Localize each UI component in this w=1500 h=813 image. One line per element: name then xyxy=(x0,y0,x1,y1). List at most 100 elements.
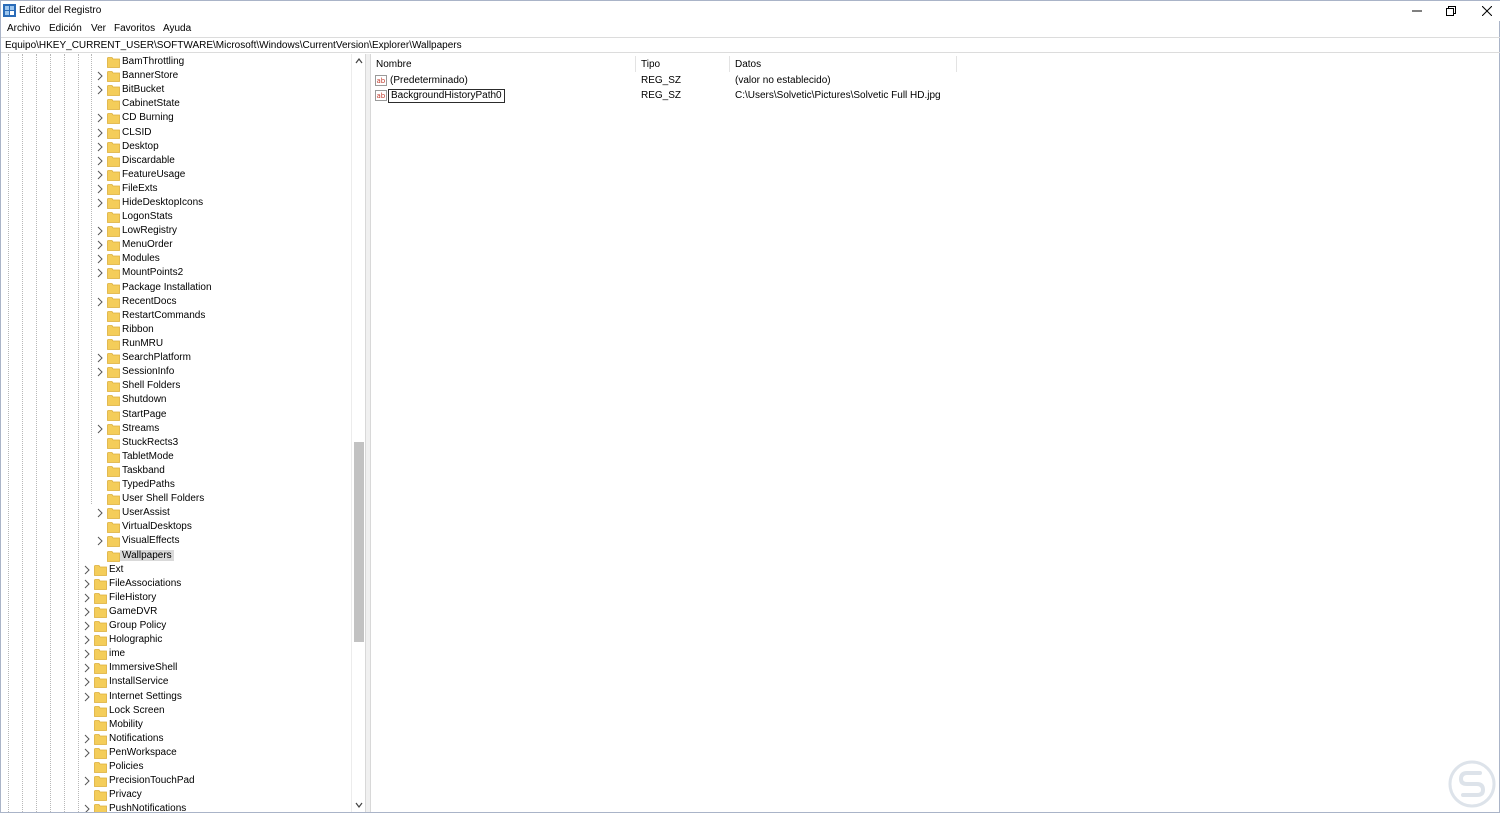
menu-ayuda[interactable]: Ayuda xyxy=(163,23,191,34)
expand-toggle[interactable] xyxy=(96,198,104,208)
close-button[interactable] xyxy=(1470,1,1500,21)
tree-item[interactable]: Group Policy xyxy=(1,619,351,633)
tree-item[interactable]: PushNotifications xyxy=(1,802,351,812)
column-header-type[interactable]: Tipo xyxy=(641,54,660,74)
tree-item[interactable]: BitBucket xyxy=(1,83,351,97)
tree-item[interactable]: Shutdown xyxy=(1,393,351,407)
column-header-data[interactable]: Datos xyxy=(735,54,761,74)
expand-toggle[interactable] xyxy=(83,565,91,575)
tree-item[interactable]: PenWorkspace xyxy=(1,746,351,760)
expand-toggle[interactable] xyxy=(83,692,91,702)
expand-toggle[interactable] xyxy=(96,128,104,138)
column-separator[interactable] xyxy=(956,56,957,72)
tree-item[interactable]: MenuOrder xyxy=(1,238,351,252)
tree-item[interactable]: Shell Folders xyxy=(1,379,351,393)
expand-toggle[interactable] xyxy=(96,113,104,123)
expand-toggle[interactable] xyxy=(96,536,104,546)
column-separator[interactable] xyxy=(729,56,730,72)
expand-toggle[interactable] xyxy=(96,85,104,95)
expand-toggle[interactable] xyxy=(96,184,104,194)
tree-item[interactable]: ime xyxy=(1,647,351,661)
tree-item[interactable]: FileHistory xyxy=(1,591,351,605)
tree-item[interactable]: Package Installation xyxy=(1,281,351,295)
column-header-name[interactable]: Nombre xyxy=(376,54,412,74)
expand-toggle[interactable] xyxy=(83,776,91,786)
expand-toggle[interactable] xyxy=(83,677,91,687)
menu-ver[interactable]: Ver xyxy=(91,23,106,34)
tree-item[interactable]: Privacy xyxy=(1,788,351,802)
expand-toggle[interactable] xyxy=(96,424,104,434)
tree-item[interactable]: StartPage xyxy=(1,408,351,422)
tree-item[interactable]: ImmersiveShell xyxy=(1,661,351,675)
tree-item[interactable]: Taskband xyxy=(1,464,351,478)
tree-item[interactable]: TypedPaths xyxy=(1,478,351,492)
expand-toggle[interactable] xyxy=(96,367,104,377)
tree-item[interactable]: MountPoints2 xyxy=(1,266,351,280)
scroll-down-button[interactable] xyxy=(352,798,366,812)
minimize-button[interactable] xyxy=(1400,1,1434,21)
tree-item[interactable]: GameDVR xyxy=(1,605,351,619)
tree-item[interactable]: Notifications xyxy=(1,732,351,746)
tree-item[interactable]: Lock Screen xyxy=(1,704,351,718)
tree-item[interactable]: FileExts xyxy=(1,182,351,196)
column-separator[interactable] xyxy=(635,56,636,72)
address-bar[interactable]: Equipo\HKEY_CURRENT_USER\SOFTWARE\Micros… xyxy=(1,37,1500,53)
expand-toggle[interactable] xyxy=(83,593,91,603)
menu-edicion[interactable]: Edición xyxy=(49,23,82,34)
key-tree-pane[interactable]: BamThrottling BannerStore BitBucket Cabinet… xyxy=(1,54,365,812)
restore-button[interactable] xyxy=(1434,1,1468,21)
tree-item[interactable]: TabletMode xyxy=(1,450,351,464)
tree-item[interactable]: CLSID xyxy=(1,126,351,140)
tree-item[interactable]: Mobility xyxy=(1,718,351,732)
address-path[interactable]: Equipo\HKEY_CURRENT_USER\SOFTWARE\Micros… xyxy=(5,40,462,51)
menu-archivo[interactable]: Archivo xyxy=(7,23,40,34)
tree-scrollbar[interactable] xyxy=(351,54,365,812)
tree-item[interactable]: User Shell Folders xyxy=(1,492,351,506)
tree-item[interactable]: InstallService xyxy=(1,675,351,689)
expand-toggle[interactable] xyxy=(96,508,104,518)
expand-toggle[interactable] xyxy=(83,804,91,812)
expand-toggle[interactable] xyxy=(83,663,91,673)
menu-favoritos[interactable]: Favoritos xyxy=(114,23,155,34)
tree-item[interactable]: StuckRects3 xyxy=(1,436,351,450)
tree-item[interactable]: SessionInfo xyxy=(1,365,351,379)
tree-item[interactable]: Wallpapers xyxy=(1,549,351,563)
tree-item[interactable]: VirtualDesktops xyxy=(1,520,351,534)
tree-item[interactable]: UserAssist xyxy=(1,506,351,520)
tree-item[interactable]: Internet Settings xyxy=(1,690,351,704)
expand-toggle[interactable] xyxy=(96,170,104,180)
tree-item[interactable]: VisualEffects xyxy=(1,534,351,548)
tree-item[interactable]: RecentDocs xyxy=(1,295,351,309)
value-row[interactable]: ab (Predeterminado) REG_SZ (valor no est… xyxy=(371,74,1499,88)
tree-item[interactable]: Policies xyxy=(1,760,351,774)
expand-toggle[interactable] xyxy=(96,226,104,236)
expand-toggle[interactable] xyxy=(96,142,104,152)
tree-item[interactable]: Ribbon xyxy=(1,323,351,337)
expand-toggle[interactable] xyxy=(96,240,104,250)
expand-toggle[interactable] xyxy=(83,621,91,631)
tree-item[interactable]: BannerStore xyxy=(1,69,351,83)
scroll-thumb[interactable] xyxy=(354,442,364,642)
tree-item[interactable]: PrecisionTouchPad xyxy=(1,774,351,788)
scroll-up-button[interactable] xyxy=(352,54,366,68)
expand-toggle[interactable] xyxy=(83,607,91,617)
tree-item[interactable]: FeatureUsage xyxy=(1,168,351,182)
tree-item[interactable]: Modules xyxy=(1,252,351,266)
expand-toggle[interactable] xyxy=(96,71,104,81)
tree-item[interactable]: Discardable xyxy=(1,154,351,168)
expand-toggle[interactable] xyxy=(96,297,104,307)
tree-item[interactable]: CabinetState xyxy=(1,97,351,111)
expand-toggle[interactable] xyxy=(83,579,91,589)
tree-item[interactable]: RunMRU xyxy=(1,337,351,351)
values-pane[interactable]: Nombre Tipo Datos ab (Predeterminado) RE… xyxy=(371,54,1499,812)
expand-toggle[interactable] xyxy=(83,748,91,758)
tree-item[interactable]: FileAssociations xyxy=(1,577,351,591)
expand-toggle[interactable] xyxy=(96,353,104,363)
value-row[interactable]: ab BackgroundHistoryPath0 REG_SZ C:\User… xyxy=(371,89,1499,103)
tree-item[interactable]: Ext xyxy=(1,563,351,577)
tree-item[interactable]: LogonStats xyxy=(1,210,351,224)
expand-toggle[interactable] xyxy=(96,268,104,278)
tree-item[interactable]: BamThrottling xyxy=(1,55,351,69)
tree-item[interactable]: RestartCommands xyxy=(1,309,351,323)
tree-item[interactable]: SearchPlatform xyxy=(1,351,351,365)
